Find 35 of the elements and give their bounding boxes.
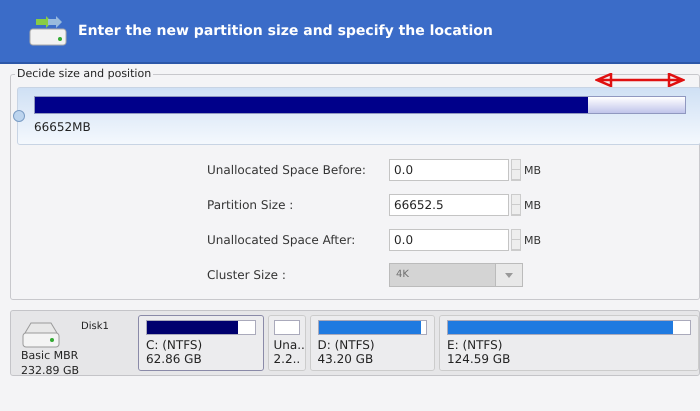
unit-label: MB (524, 198, 542, 212)
header-title: Enter the new partition size and specify the location (78, 23, 493, 39)
partition-card[interactable]: E: (NTFS) 124.59 GB (439, 315, 699, 371)
field-label: Unallocated Space Before: (207, 163, 367, 177)
partition-size: 62.86 GB (146, 352, 203, 366)
caret-icon (505, 272, 513, 278)
double-arrow-icon (595, 73, 685, 87)
partition-size: 124.59 GB (447, 352, 512, 366)
partition-card[interactable]: C: (NTFS) 62.86 GB (138, 315, 264, 371)
unit-label: MB (524, 164, 542, 176)
spin-buttons[interactable] (511, 159, 521, 181)
drive-icon (28, 15, 68, 47)
field-label: Partition Size : (207, 198, 294, 212)
field-label: Cluster Size : (207, 268, 287, 282)
number-field[interactable]: 0.0 (389, 159, 509, 181)
group-title: Decide size and position (15, 67, 154, 80)
spin-buttons[interactable] (511, 194, 521, 216)
disk-type: Basic MBR (21, 349, 80, 362)
partition-name: D: (NTFS) (318, 338, 376, 352)
partition-size: 43.20 GB (318, 352, 374, 366)
field-label: Unallocated Space After: (207, 233, 356, 247)
disk-name: Disk1 (81, 321, 110, 334)
spin-buttons[interactable] (511, 229, 521, 251)
unit-label: MB (524, 234, 542, 246)
hard-drive-icon (21, 321, 61, 349)
disk-size: 232.89 GB (21, 364, 80, 377)
partition-size: 2.2.. (274, 352, 300, 366)
partition-card[interactable]: Una.. 2.2.. (268, 315, 306, 371)
slider-handle[interactable] (13, 110, 25, 122)
partition-name: E: (NTFS) (447, 338, 504, 352)
size-reading: 66652MB (34, 120, 92, 134)
number-field[interactable]: 66652.5 (389, 194, 509, 216)
partition-name: C: (NTFS) (146, 338, 204, 352)
number-field[interactable]: 0.0 (389, 229, 509, 251)
partition-card[interactable]: D: (NTFS) 43.20 GB (310, 315, 435, 371)
